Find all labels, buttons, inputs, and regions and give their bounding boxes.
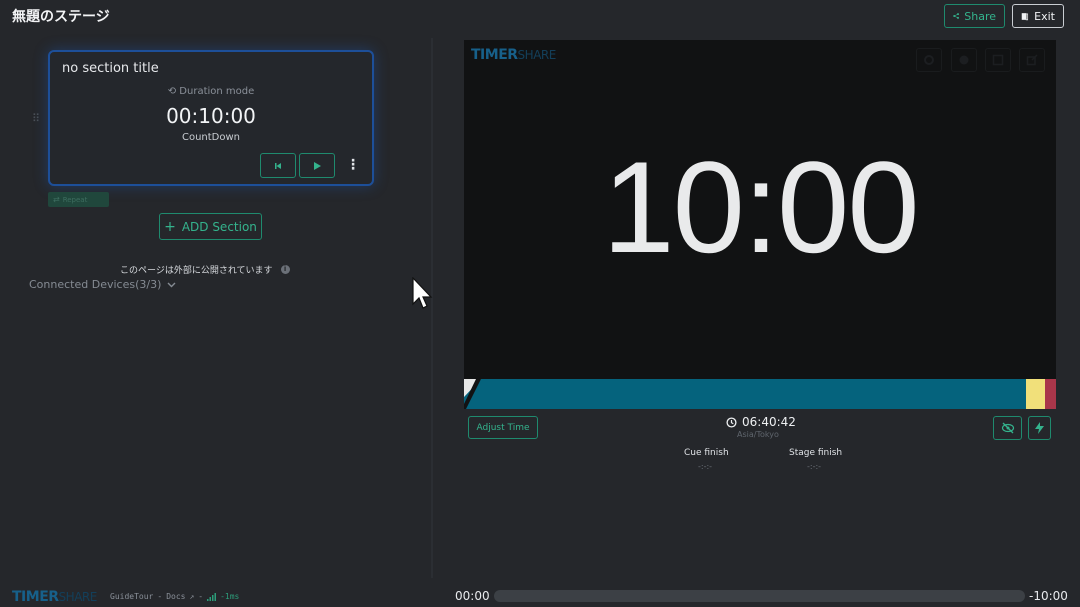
cue-finish-value: -:-:- (698, 462, 713, 471)
footer-logo[interactable]: TIMERSHARE (12, 589, 97, 605)
timeline-end: -10:00 (1029, 589, 1068, 603)
history-icon: ⟲ (167, 86, 177, 97)
latency-value: -1ms (220, 592, 240, 601)
progress-warning-segment (1026, 379, 1045, 409)
footer-logo-sub: SHARE (58, 590, 98, 604)
plus-icon: + (164, 218, 176, 235)
repeat-toggle[interactable]: ⇄ Repeat (48, 192, 109, 207)
preview-logo-main: TIMER (471, 47, 518, 63)
info-icon[interactable]: i (280, 265, 290, 274)
reset-button[interactable] (260, 153, 296, 178)
exit-label: Exit (1034, 9, 1055, 23)
section-title: no section title (62, 61, 159, 76)
lightning-icon (1035, 422, 1044, 434)
timeline-slider[interactable] (494, 590, 1025, 602)
play-button[interactable] (299, 153, 335, 178)
timezone-label: Asia/Tokyo (737, 430, 779, 439)
eye-off-icon (1001, 422, 1014, 434)
repeat-icon: ⇄ (53, 195, 60, 204)
section-card[interactable]: no section title ⟲ Duration mode 00:10:0… (48, 50, 374, 186)
stage-finish-label: Stage finish (789, 448, 843, 458)
footer-logo-main: TIMER (12, 589, 59, 605)
drag-handle-icon[interactable]: ⠿ (32, 112, 40, 125)
record-icon[interactable] (951, 48, 977, 72)
current-clock: 06:40:42 (726, 415, 796, 429)
timeline-start: 00:00 (455, 589, 490, 603)
fullscreen-icon[interactable] (985, 48, 1011, 72)
add-section-label: ADD Section (181, 219, 257, 234)
timer-preview: TIMERSHARE 10:00 (464, 40, 1056, 409)
hide-preview-button[interactable] (993, 416, 1022, 440)
skip-back-icon (275, 162, 281, 169)
public-notice-text: このページは外部に公開されています (120, 266, 273, 276)
adjust-time-button[interactable]: Adjust Time (468, 416, 538, 439)
share-label: Share (964, 9, 996, 23)
connected-devices-toggle[interactable]: Connected Devices(3/3) (29, 278, 176, 291)
more-options-icon[interactable]: ⋮ (346, 158, 360, 174)
preview-logo: TIMERSHARE (471, 47, 556, 63)
repeat-label: Repeat (62, 195, 88, 204)
stage-title: 無題のステージ (12, 9, 110, 25)
share-icon (953, 13, 959, 19)
docs-link[interactable]: Docs (166, 592, 185, 601)
mouse-cursor-icon (412, 277, 433, 309)
settings-icon[interactable] (916, 48, 942, 72)
flash-button[interactable] (1028, 416, 1051, 440)
stage-finish-value: -:-:- (807, 462, 822, 471)
display-time: 10:00 (602, 134, 919, 280)
public-notice: このページは外部に公開されています i (120, 263, 290, 276)
section-time: 00:10:00 (166, 104, 256, 128)
external-link-icon[interactable] (1019, 48, 1045, 72)
door-icon (1021, 12, 1029, 20)
connected-devices-label: Connected Devices(3/3) (29, 278, 162, 291)
signal-icon (207, 592, 217, 601)
progress-bar (464, 379, 1056, 409)
chevron-down-icon (167, 282, 176, 287)
guide-tour-link[interactable]: GuideTour (110, 592, 153, 601)
exit-button[interactable]: Exit (1012, 4, 1064, 28)
duration-mode-label: Duration mode (179, 86, 255, 97)
clock-icon (726, 416, 737, 428)
footer-links: GuideTour - Docs ↗ - -1ms (110, 592, 240, 601)
progress-danger-segment (1045, 379, 1056, 409)
cue-finish-label: Cue finish (684, 448, 729, 458)
duration-mode: ⟲ Duration mode (50, 86, 372, 97)
share-button[interactable]: Share (944, 4, 1005, 28)
external-link-icon: ↗ (189, 592, 195, 601)
preview-logo-sub: SHARE (517, 48, 557, 62)
add-section-button[interactable]: + ADD Section (159, 213, 262, 240)
play-icon (314, 161, 321, 170)
section-type: CountDown (181, 132, 241, 143)
clock-time: 06:40:42 (742, 415, 796, 429)
